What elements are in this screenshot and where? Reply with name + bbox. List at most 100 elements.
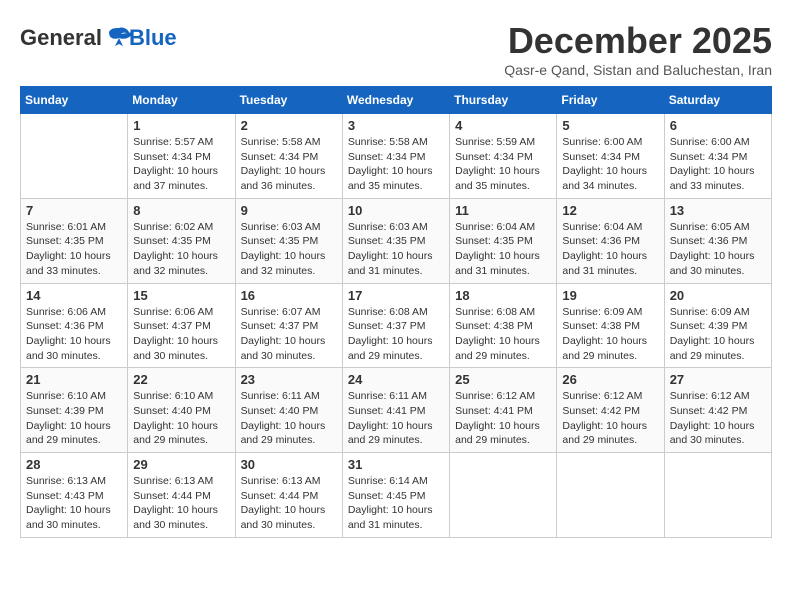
table-cell: 7 Sunrise: 6:01 AM Sunset: 4:35 PM Daylig… xyxy=(21,198,128,283)
table-cell: 30Sunrise: 6:13 AM Sunset: 4:44 PM Dayli… xyxy=(235,453,342,538)
col-tuesday: Tuesday xyxy=(235,87,342,114)
day-number: 15 xyxy=(133,288,229,303)
day-number: 13 xyxy=(670,203,766,218)
day-number: 28 xyxy=(26,457,122,472)
day-info: Sunrise: 6:10 AM Sunset: 4:39 PM Dayligh… xyxy=(26,389,122,448)
table-cell: 22 Sunrise: 6:10 AM Sunset: 4:40 PM Dayli… xyxy=(128,368,235,453)
table-cell: 26 Sunrise: 6:12 AM Sunset: 4:42 PM Dayli… xyxy=(557,368,664,453)
day-info: Sunrise: 6:06 AM Sunset: 4:36 PM Dayligh… xyxy=(26,305,122,364)
day-number: 18 xyxy=(455,288,551,303)
col-wednesday: Wednesday xyxy=(342,87,449,114)
day-number: 19 xyxy=(562,288,658,303)
col-friday: Friday xyxy=(557,87,664,114)
day-info: Sunrise: 6:04 AM Sunset: 4:35 PM Dayligh… xyxy=(455,220,551,279)
day-info: Sunrise: 6:06 AM Sunset: 4:37 PM Dayligh… xyxy=(133,305,229,364)
table-cell: 9 Sunrise: 6:03 AM Sunset: 4:35 PM Daylig… xyxy=(235,198,342,283)
table-cell: 10 Sunrise: 6:03 AM Sunset: 4:35 PM Dayli… xyxy=(342,198,449,283)
table-cell xyxy=(450,453,557,538)
day-number: 23 xyxy=(241,372,337,387)
table-cell: 15 Sunrise: 6:06 AM Sunset: 4:37 PM Dayli… xyxy=(128,283,235,368)
table-cell: 16 Sunrise: 6:07 AM Sunset: 4:37 PM Dayli… xyxy=(235,283,342,368)
logo-general: General xyxy=(20,25,102,51)
table-cell: 4Sunrise: 5:59 AM Sunset: 4:34 PM Daylig… xyxy=(450,114,557,199)
week-row-2: 7 Sunrise: 6:01 AM Sunset: 4:35 PM Daylig… xyxy=(21,198,772,283)
table-cell: 27 Sunrise: 6:12 AM Sunset: 4:42 PM Dayli… xyxy=(664,368,771,453)
day-info: Sunrise: 5:57 AM Sunset: 4:34 PM Dayligh… xyxy=(133,135,229,194)
day-number: 7 xyxy=(26,203,122,218)
day-number: 3 xyxy=(348,118,444,133)
logo-blue: Blue xyxy=(129,25,177,51)
col-saturday: Saturday xyxy=(664,87,771,114)
day-number: 16 xyxy=(241,288,337,303)
day-number: 10 xyxy=(348,203,444,218)
day-info: Sunrise: 5:58 AM Sunset: 4:34 PM Dayligh… xyxy=(241,135,337,194)
day-number: 21 xyxy=(26,372,122,387)
day-info: Sunrise: 6:02 AM Sunset: 4:35 PM Dayligh… xyxy=(133,220,229,279)
table-cell: 21 Sunrise: 6:10 AM Sunset: 4:39 PM Dayli… xyxy=(21,368,128,453)
day-number: 5 xyxy=(562,118,658,133)
table-cell: 31 Sunrise: 6:14 AM Sunset: 4:45 PM Dayli… xyxy=(342,453,449,538)
day-info: Sunrise: 6:00 AM Sunset: 4:34 PM Dayligh… xyxy=(562,135,658,194)
day-number: 29 xyxy=(133,457,229,472)
day-info: Sunrise: 6:03 AM Sunset: 4:35 PM Dayligh… xyxy=(241,220,337,279)
table-cell: 18 Sunrise: 6:08 AM Sunset: 4:38 PM Dayli… xyxy=(450,283,557,368)
table-cell: 3 Sunrise: 5:58 AM Sunset: 4:34 PM Daylig… xyxy=(342,114,449,199)
day-number: 2 xyxy=(241,118,337,133)
day-number: 11 xyxy=(455,203,551,218)
day-number: 4 xyxy=(455,118,551,133)
table-cell: 12 Sunrise: 6:04 AM Sunset: 4:36 PM Dayli… xyxy=(557,198,664,283)
day-info: Sunrise: 6:03 AM Sunset: 4:35 PM Dayligh… xyxy=(348,220,444,279)
day-info: Sunrise: 6:04 AM Sunset: 4:36 PM Dayligh… xyxy=(562,220,658,279)
table-cell: 29 Sunrise: 6:13 AM Sunset: 4:44 PM Dayli… xyxy=(128,453,235,538)
day-number: 6 xyxy=(670,118,766,133)
table-cell: 25 Sunrise: 6:12 AM Sunset: 4:41 PM Dayli… xyxy=(450,368,557,453)
table-cell: 2 Sunrise: 5:58 AM Sunset: 4:34 PM Daylig… xyxy=(235,114,342,199)
day-number: 9 xyxy=(241,203,337,218)
day-number: 8 xyxy=(133,203,229,218)
day-info: Sunrise: 6:01 AM Sunset: 4:35 PM Dayligh… xyxy=(26,220,122,279)
day-info: Sunrise: 6:09 AM Sunset: 4:38 PM Dayligh… xyxy=(562,305,658,364)
table-cell xyxy=(557,453,664,538)
day-number: 22 xyxy=(133,372,229,387)
day-info: Sunrise: 6:07 AM Sunset: 4:37 PM Dayligh… xyxy=(241,305,337,364)
day-info: Sunrise: 6:12 AM Sunset: 4:42 PM Dayligh… xyxy=(670,389,766,448)
table-cell: 24 Sunrise: 6:11 AM Sunset: 4:41 PM Dayli… xyxy=(342,368,449,453)
table-cell xyxy=(664,453,771,538)
day-number: 24 xyxy=(348,372,444,387)
day-number: 12 xyxy=(562,203,658,218)
table-cell: 19 Sunrise: 6:09 AM Sunset: 4:38 PM Dayli… xyxy=(557,283,664,368)
col-monday: Monday xyxy=(128,87,235,114)
table-cell: 20Sunrise: 6:09 AM Sunset: 4:39 PM Dayli… xyxy=(664,283,771,368)
day-info: Sunrise: 6:08 AM Sunset: 4:38 PM Dayligh… xyxy=(455,305,551,364)
day-info: Sunrise: 6:14 AM Sunset: 4:45 PM Dayligh… xyxy=(348,474,444,533)
table-cell: 6 Sunrise: 6:00 AM Sunset: 4:34 PM Daylig… xyxy=(664,114,771,199)
day-number: 1 xyxy=(133,118,229,133)
page-header: General Blue December 2025 Qasr-e Qand, … xyxy=(20,20,772,78)
week-row-5: 28 Sunrise: 6:13 AM Sunset: 4:43 PM Dayli… xyxy=(21,453,772,538)
day-info: Sunrise: 6:10 AM Sunset: 4:40 PM Dayligh… xyxy=(133,389,229,448)
calendar-header-row: Sunday Monday Tuesday Wednesday Thursday… xyxy=(21,87,772,114)
table-cell: 13Sunrise: 6:05 AM Sunset: 4:36 PM Dayli… xyxy=(664,198,771,283)
day-number: 26 xyxy=(562,372,658,387)
day-info: Sunrise: 6:12 AM Sunset: 4:41 PM Dayligh… xyxy=(455,389,551,448)
table-cell: 23Sunrise: 6:11 AM Sunset: 4:40 PM Dayli… xyxy=(235,368,342,453)
day-info: Sunrise: 6:09 AM Sunset: 4:39 PM Dayligh… xyxy=(670,305,766,364)
day-number: 14 xyxy=(26,288,122,303)
day-info: Sunrise: 6:12 AM Sunset: 4:42 PM Dayligh… xyxy=(562,389,658,448)
table-cell xyxy=(21,114,128,199)
day-info: Sunrise: 6:11 AM Sunset: 4:41 PM Dayligh… xyxy=(348,389,444,448)
day-info: Sunrise: 6:13 AM Sunset: 4:44 PM Dayligh… xyxy=(133,474,229,533)
table-cell: 1 Sunrise: 5:57 AM Sunset: 4:34 PM Daylig… xyxy=(128,114,235,199)
day-info: Sunrise: 6:00 AM Sunset: 4:34 PM Dayligh… xyxy=(670,135,766,194)
day-info: Sunrise: 6:13 AM Sunset: 4:43 PM Dayligh… xyxy=(26,474,122,533)
day-number: 27 xyxy=(670,372,766,387)
week-row-4: 21 Sunrise: 6:10 AM Sunset: 4:39 PM Dayli… xyxy=(21,368,772,453)
day-number: 31 xyxy=(348,457,444,472)
week-row-3: 14 Sunrise: 6:06 AM Sunset: 4:36 PM Dayli… xyxy=(21,283,772,368)
table-cell: 5 Sunrise: 6:00 AM Sunset: 4:34 PM Daylig… xyxy=(557,114,664,199)
calendar-table: Sunday Monday Tuesday Wednesday Thursday… xyxy=(20,86,772,538)
table-cell: 8 Sunrise: 6:02 AM Sunset: 4:35 PM Daylig… xyxy=(128,198,235,283)
day-info: Sunrise: 5:58 AM Sunset: 4:34 PM Dayligh… xyxy=(348,135,444,194)
day-number: 25 xyxy=(455,372,551,387)
week-row-1: 1 Sunrise: 5:57 AM Sunset: 4:34 PM Daylig… xyxy=(21,114,772,199)
